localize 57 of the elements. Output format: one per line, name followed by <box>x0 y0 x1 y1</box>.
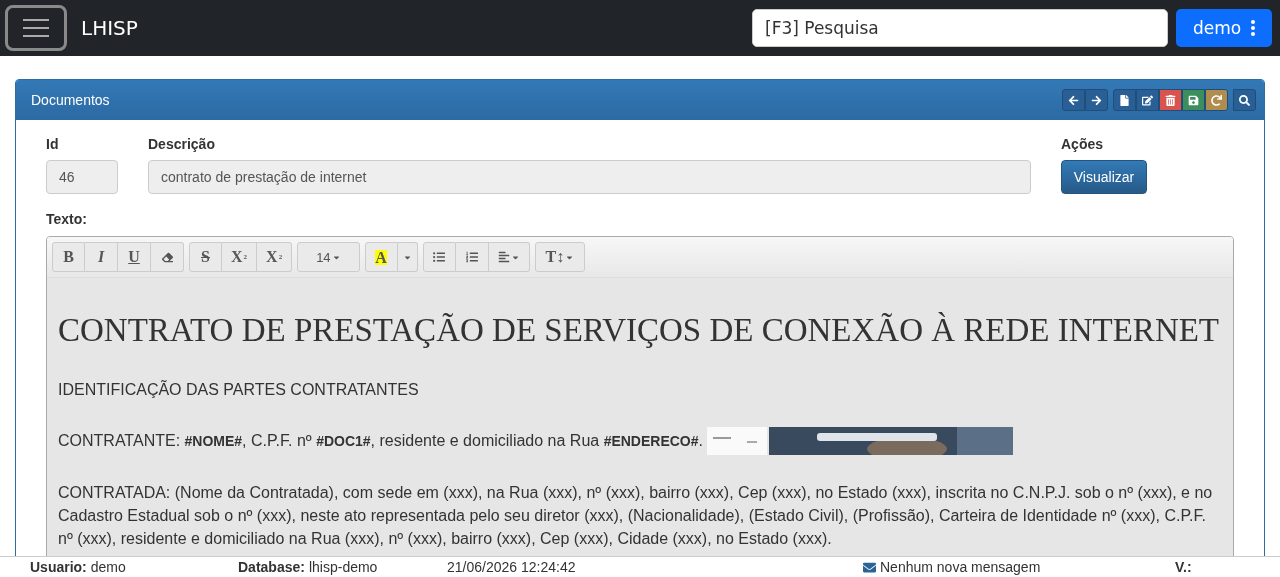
search-field[interactable]: [F3] Pesquisa <box>752 9 1168 47</box>
arrow-left-icon <box>1068 94 1079 106</box>
next-button[interactable] <box>1085 89 1108 111</box>
save-button[interactable] <box>1182 89 1205 111</box>
bullet-list-button[interactable] <box>422 242 456 272</box>
previous-button[interactable] <box>1062 89 1085 111</box>
document-paragraph: IDENTIFICAÇÃO DAS PARTES CONTRATANTES <box>58 379 419 400</box>
status-user: Usuario: demo <box>30 559 126 575</box>
bullet-list-icon <box>433 251 446 263</box>
line-height-dropdown[interactable]: T↕ <box>534 242 586 272</box>
id-field[interactable]: 46 <box>46 160 118 194</box>
view-button[interactable]: Visualizar <box>1061 160 1147 194</box>
more-icon <box>1251 20 1256 36</box>
document-paragraph: CONTRATANTE: #NOME#, C.P.F. nº #DOC1#, residente e domiciliado na Rua #ENDERECO#. <box>58 431 703 451</box>
menu-button[interactable] <box>5 5 67 51</box>
status-messages: Nenhum nova mensagem <box>880 559 1041 575</box>
search-button[interactable] <box>1233 89 1256 111</box>
arrow-right-icon <box>1091 94 1102 106</box>
search-icon <box>1239 94 1250 106</box>
italic-button[interactable]: I <box>85 242 118 272</box>
delete-button[interactable] <box>1159 89 1182 111</box>
brand-name[interactable]: LHISP <box>81 16 138 40</box>
document-paragraph: CONTRATADA: (Nome da Contratada), com sede em (xxx), na Rua (xxx), nº (xxx), bairro (xxx), Cep (xxx), no Estado (xxx), inscrita no C.N.P.J. sob o nº (xxx), e no Cadastro Estadual sob o nº (xxx), neste ato representada pelo seu diretor (xxx), (Nacionalidade), (Estado Civil), (Profissão), Carteira de Identidade nº (xxx), C.P.F. nº (xxx), residente e domiciliado na Rua (xxx), nº (xxx), bairro (xxx), Cep (xxx), Cidade (xxx), no Estado (xxx). <box>58 483 1214 549</box>
document-heading: CONTRATO DE PRESTAÇÃO DE SERVIÇOS DE CONEXÃO À REDE INTERNET <box>58 311 1221 350</box>
new-button[interactable] <box>1113 89 1136 111</box>
align-dropdown[interactable] <box>488 242 530 272</box>
reload-button[interactable] <box>1205 89 1228 111</box>
menu-icon <box>23 18 49 38</box>
numbered-list-button[interactable] <box>455 242 489 272</box>
color-dropdown-button[interactable] <box>397 242 418 272</box>
field-label: Texto: <box>46 211 87 227</box>
status-database: Database: lhisp-demo <box>238 559 378 575</box>
panel-title: Documentos <box>31 92 110 108</box>
reload-icon <box>1211 94 1222 106</box>
trash-icon <box>1165 94 1176 106</box>
numbered-list-icon <box>465 251 478 263</box>
text-color-button[interactable]: A <box>364 242 398 272</box>
user-menu-button[interactable]: demo <box>1176 9 1272 47</box>
strikethrough-button[interactable]: S <box>189 242 222 272</box>
save-icon <box>1188 94 1199 106</box>
bold-button[interactable]: B <box>52 242 85 272</box>
edit-button[interactable] <box>1136 89 1159 111</box>
envelope-icon <box>863 560 876 574</box>
edit-icon <box>1142 94 1153 106</box>
align-icon <box>497 251 510 263</box>
eraser-icon <box>161 251 173 263</box>
field-label: Ações <box>1061 136 1105 152</box>
field-label: Id <box>46 136 60 152</box>
font-size-dropdown[interactable]: 14 <box>297 242 360 272</box>
status-version: V.: <box>1175 559 1192 575</box>
clear-format-button[interactable] <box>151 242 184 272</box>
document-icon <box>1119 94 1130 106</box>
underline-button[interactable]: U <box>118 242 151 272</box>
superscript-button[interactable]: X$^{2}$ <box>222 242 258 272</box>
field-label: Descrição <box>148 136 216 152</box>
description-field[interactable]: contrato de prestação de internet <box>148 160 1031 194</box>
status-datetime: 21/06/2026 12:24:42 <box>447 559 576 575</box>
